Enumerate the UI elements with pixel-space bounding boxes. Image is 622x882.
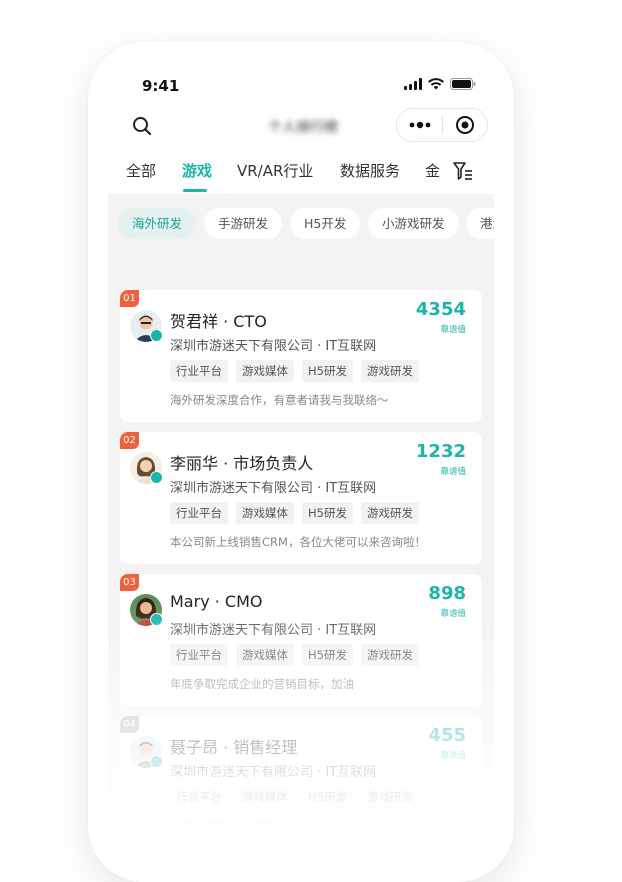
chip-h5-dev[interactable]: H5开发	[290, 208, 361, 239]
phone-frame: 9:41 个人排行榜 全部 游戏 VR/AR行业 数据服务 金 海外研发 手游研…	[88, 42, 514, 882]
tag: 行业平台	[170, 786, 228, 808]
score-value: 1232	[415, 441, 466, 462]
description: 本公司新上线销售CRM，各位大佬可以来咨询啦！	[170, 535, 426, 549]
tag: 行业平台	[170, 502, 228, 524]
more-button[interactable]	[397, 109, 442, 141]
filter-icon[interactable]	[452, 160, 474, 182]
tab-finance[interactable]: 金	[425, 160, 440, 181]
tag: 游戏研发	[360, 502, 419, 524]
verified-icon	[150, 755, 163, 768]
search-button[interactable]	[128, 112, 156, 140]
company-industry: 深圳市游迷天下有限公司 · IT互联网	[170, 765, 377, 780]
score-label: 靠谱值	[440, 467, 466, 477]
chip-hk-macau[interactable]: 港澳	[466, 208, 494, 239]
score-value: 898	[428, 583, 466, 604]
tag: 游戏媒体	[236, 502, 294, 524]
tag: 游戏媒体	[236, 786, 294, 808]
chip-mini-game-dev[interactable]: 小游戏研发	[368, 208, 459, 239]
company-industry: 深圳市游迷天下有限公司 · IT互联网	[170, 339, 377, 354]
company-industry: 深圳市游迷天下有限公司 · IT互联网	[170, 623, 377, 638]
ranking-card[interactable]: 02 李丽华 · 市场负责人 深圳市游迷天下有限公司 · IT互联网 行业平台 …	[120, 432, 482, 564]
ranking-card[interactable]: 01 贺君祥 · CTO 深圳市游迷天下有限公司 · IT互联网 行业平台 游戏…	[120, 290, 482, 422]
rank-badge: 02	[120, 432, 139, 449]
company-industry: 深圳市游迷天下有限公司 · IT互联网	[170, 481, 377, 496]
wifi-icon	[428, 78, 444, 90]
rank-badge: 04	[120, 716, 139, 733]
tag: 游戏研发	[360, 644, 419, 666]
tag-list: 行业平台 游戏媒体 H5研发 游戏研发	[170, 360, 419, 382]
rank-badge: 01	[120, 290, 139, 307]
category-tabs: 全部 游戏 VR/AR行业 数据服务 金	[88, 156, 514, 192]
nav-title: 个人排行榜	[268, 120, 338, 136]
tab-vr-ar[interactable]: VR/AR行业	[237, 160, 313, 181]
score-value: 455	[428, 725, 466, 746]
content-area: 海外研发 手游研发 H5开发 小游戏研发 港澳 01 贺君祥 · CTO 深圳市…	[108, 194, 494, 882]
verified-icon	[150, 329, 163, 342]
subcategory-chips: 海外研发 手游研发 H5开发 小游戏研发 港澳	[118, 208, 494, 240]
description: 年底争取完成企业的营销目标，加油	[170, 677, 354, 691]
tab-games[interactable]: 游戏	[182, 160, 212, 181]
verified-icon	[150, 613, 163, 626]
verified-icon	[150, 471, 163, 484]
status-icons	[404, 78, 476, 90]
tag: 游戏媒体	[236, 644, 294, 666]
tag: 游戏研发	[360, 360, 419, 382]
description: 热爱，坚持就会成功	[170, 819, 274, 833]
person-name-title: Mary · CMO	[170, 592, 263, 611]
tag: 行业平台	[170, 644, 228, 666]
person-name-title: 聂子昂 · 销售经理	[170, 738, 298, 757]
tab-all[interactable]: 全部	[126, 160, 156, 181]
tag-list: 行业平台 游戏媒体 H5研发 游戏研发	[170, 786, 419, 808]
active-tab-indicator	[183, 189, 207, 192]
tag-list: 行业平台 游戏媒体 H5研发 游戏研发	[170, 502, 419, 524]
person-name-title: 贺君祥 · CTO	[170, 312, 267, 331]
score-label: 靠谱值	[440, 609, 466, 619]
search-icon	[133, 117, 152, 136]
chip-overseas-dev[interactable]: 海外研发	[118, 208, 197, 239]
score-label: 靠谱值	[440, 751, 466, 761]
ranking-card[interactable]: 04 聂子昂 · 销售经理 深圳市游迷天下有限公司 · IT互联网 行业平台 游…	[120, 716, 482, 848]
score-value: 4354	[415, 299, 466, 320]
tag: H5研发	[302, 502, 353, 524]
mini-program-close-icon	[455, 116, 474, 134]
rank-badge: 03	[120, 574, 139, 591]
tag-list: 行业平台 游戏媒体 H5研发 游戏研发	[170, 644, 419, 666]
person-name-title: 李丽华 · 市场负责人	[170, 454, 314, 473]
tag: 游戏媒体	[236, 360, 294, 382]
nav-bar: 个人排行榜	[88, 104, 514, 148]
status-time: 9:41	[142, 77, 180, 95]
battery-icon	[450, 78, 476, 90]
tag: H5研发	[302, 644, 353, 666]
close-button[interactable]	[443, 109, 487, 141]
signal-icon	[404, 78, 422, 90]
tag: H5研发	[302, 786, 353, 808]
ranking-card[interactable]: 03 Mary · CMO 深圳市游迷天下有限公司 · IT互联网 行业平台 游…	[120, 574, 482, 706]
description: 海外研发深度合作，有意者请我与我联络～	[170, 393, 389, 407]
mini-program-capsule	[396, 108, 488, 142]
tab-data-services[interactable]: 数据服务	[340, 160, 400, 181]
chip-mobile-game-dev[interactable]: 手游研发	[204, 208, 283, 239]
tag: H5研发	[302, 360, 353, 382]
score-label: 靠谱值	[440, 325, 466, 335]
tag: 游戏研发	[360, 786, 419, 808]
more-dots-icon	[409, 121, 430, 129]
tag: 行业平台	[170, 360, 228, 382]
